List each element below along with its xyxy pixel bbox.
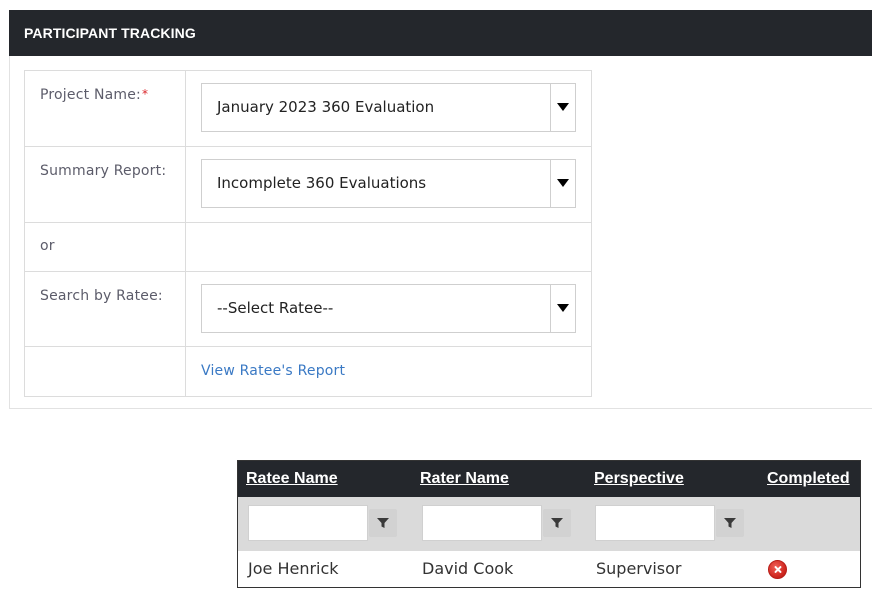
page-title-bar: PARTICIPANT TRACKING [9, 10, 872, 56]
or-empty-cell [185, 222, 592, 272]
project-name-value: January 2023 360 Evaluation [217, 98, 435, 116]
tracking-grid: Ratee Name Rater Name Perspective Comple… [237, 460, 861, 588]
project-name-select[interactable]: January 2023 360 Evaluation [201, 83, 576, 132]
view-ratee-report-link[interactable]: View Ratee's Report [201, 363, 345, 379]
not-completed-icon [768, 560, 787, 579]
filter-icon [377, 518, 389, 528]
required-marker: * [141, 87, 149, 101]
caret-down-icon [557, 304, 569, 312]
summary-report-select[interactable]: Incomplete 360 Evaluations [201, 159, 576, 208]
filter-icon [724, 518, 736, 528]
grid-header-row: Ratee Name Rater Name Perspective Comple… [238, 461, 860, 497]
summary-report-label: Summary Report: [40, 163, 167, 179]
ratee-select-value: --Select Ratee-- [217, 299, 334, 317]
search-ratee-label-cell: Search by Ratee: [24, 271, 186, 347]
view-report-cell: View Ratee's Report [185, 346, 592, 397]
project-name-label: Project Name: [40, 87, 141, 103]
filter-icon [551, 518, 563, 528]
summary-report-value: Incomplete 360 Evaluations [217, 174, 427, 192]
or-label-cell: or [24, 222, 186, 272]
column-header-completed[interactable]: Completed [767, 470, 850, 488]
ratee-dropdown-toggle[interactable] [550, 285, 575, 332]
link-empty-cell [24, 346, 186, 397]
rater-name-filter-input[interactable] [422, 505, 542, 541]
grid-filter-row [238, 497, 860, 551]
or-label: or [40, 238, 55, 254]
rater-name-cell: David Cook [422, 559, 514, 578]
perspective-filter-button[interactable] [716, 509, 744, 537]
perspective-cell: Supervisor [596, 559, 682, 578]
perspective-filter-input[interactable] [595, 505, 715, 541]
ratee-select[interactable]: --Select Ratee-- [201, 284, 576, 333]
column-header-perspective[interactable]: Perspective [594, 470, 684, 488]
summary-report-cell: Incomplete 360 Evaluations [185, 146, 592, 223]
ratee-name-filter-input[interactable] [248, 505, 368, 541]
tracking-form: Project Name:* January 2023 360 Evaluati… [24, 70, 592, 397]
ratee-name-cell: Joe Henrick [248, 559, 339, 578]
project-name-cell: January 2023 360 Evaluation [185, 70, 592, 147]
column-header-rater-name[interactable]: Rater Name [420, 470, 509, 488]
rater-name-filter-button[interactable] [543, 509, 571, 537]
column-header-ratee-name[interactable]: Ratee Name [246, 470, 338, 488]
page-title: PARTICIPANT TRACKING [24, 25, 196, 41]
caret-down-icon [557, 103, 569, 111]
project-dropdown-toggle[interactable] [550, 84, 575, 131]
search-ratee-cell: --Select Ratee-- [185, 271, 592, 347]
summary-report-label-cell: Summary Report: [24, 146, 186, 223]
project-name-label-cell: Project Name:* [24, 70, 186, 147]
summary-dropdown-toggle[interactable] [550, 160, 575, 207]
search-ratee-label: Search by Ratee: [40, 288, 163, 304]
table-row: Joe Henrick David Cook Supervisor [238, 551, 860, 587]
ratee-name-filter-button[interactable] [369, 509, 397, 537]
caret-down-icon [557, 179, 569, 187]
